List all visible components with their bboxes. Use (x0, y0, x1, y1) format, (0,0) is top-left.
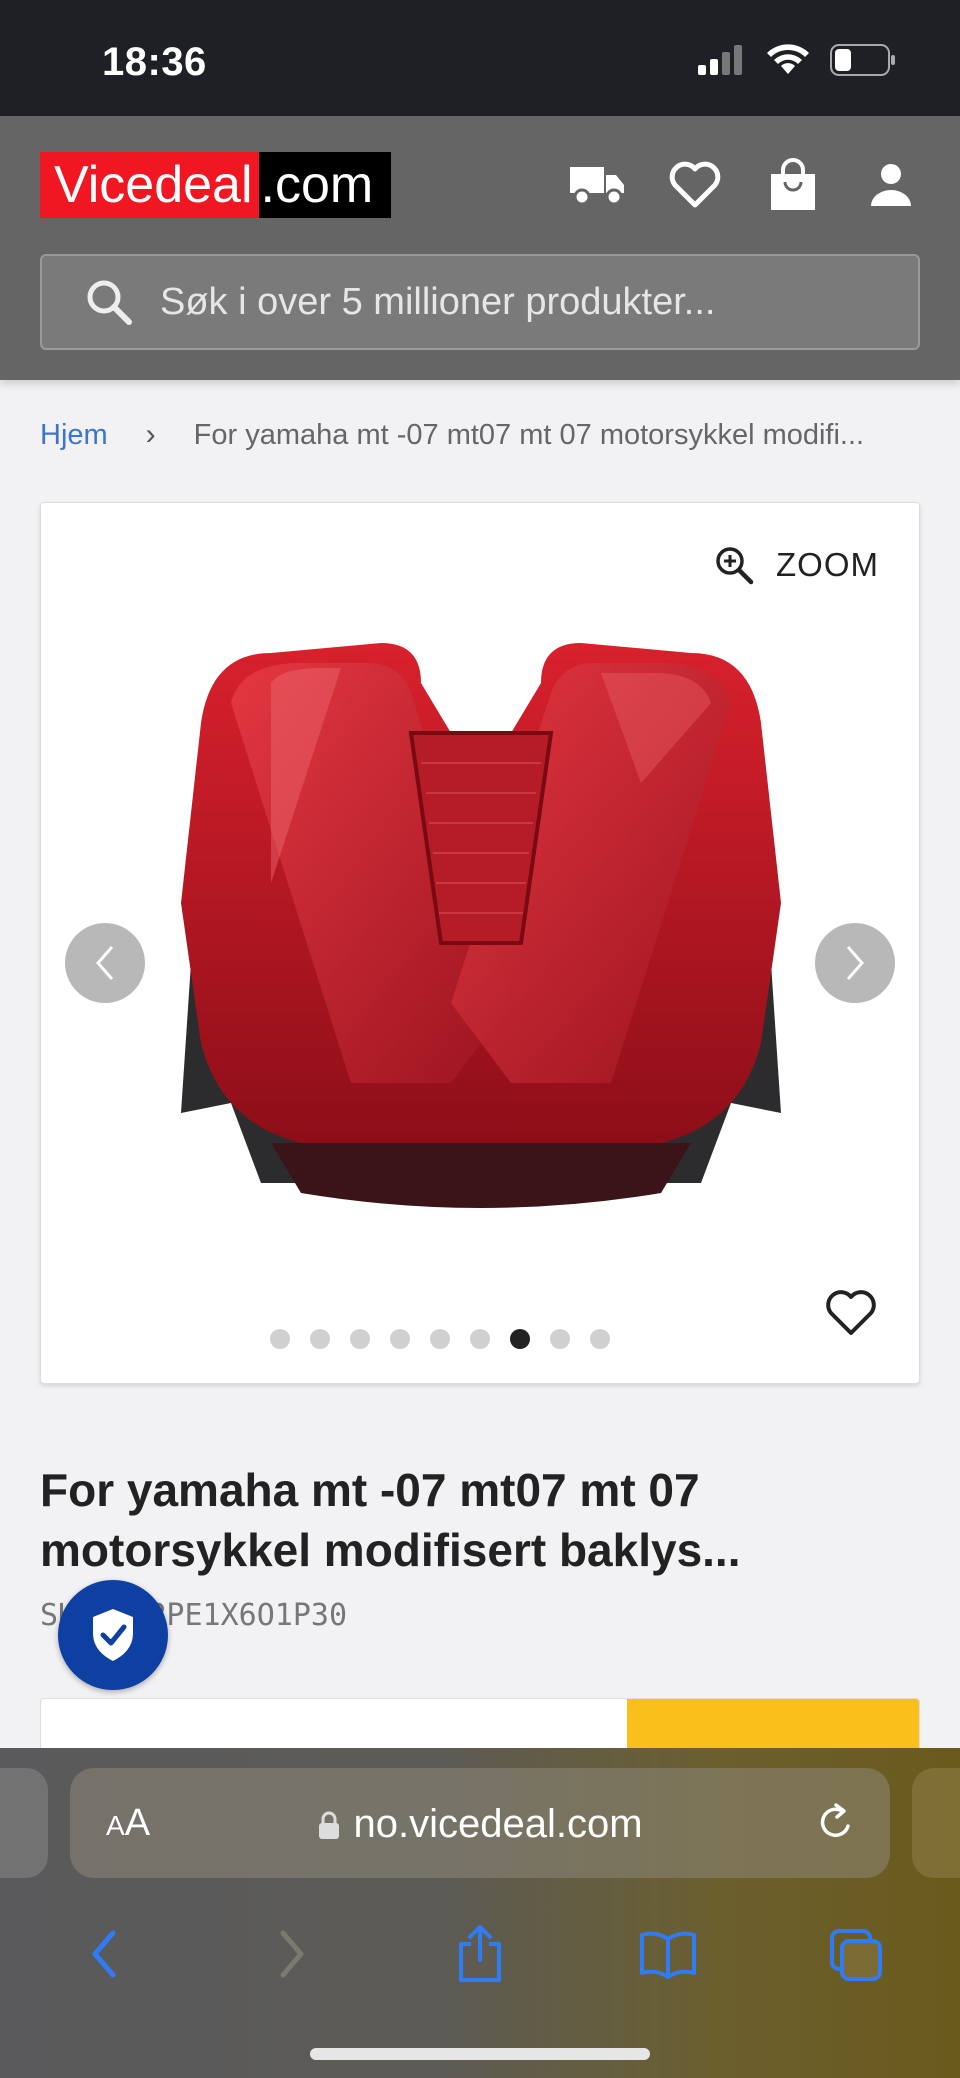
breadcrumb-current: For yamaha mt -07 mt07 mt 07 motorsykkel… (193, 418, 865, 451)
gallery-dot-active[interactable] (510, 1329, 530, 1349)
gallery-dot[interactable] (550, 1329, 570, 1349)
browser-toolbar (0, 1904, 960, 2004)
status-icons (698, 44, 896, 76)
account-button[interactable] (862, 156, 920, 214)
chevron-right-icon (280, 1930, 304, 1978)
gallery-dot[interactable] (590, 1329, 610, 1349)
product-title: For yamaha mt -07 mt07 mt 07 motorsykkel… (40, 1464, 741, 1576)
breadcrumb-home-link[interactable]: Hjem (40, 419, 108, 452)
bookmarks-button[interactable] (628, 1914, 708, 1994)
status-bar: 18:36 (0, 0, 960, 116)
gallery-dot[interactable] (350, 1329, 370, 1349)
site-header: Vicedeal .com Søk i over 5 millioner pro… (0, 116, 960, 380)
gallery-pagination (41, 1329, 919, 1349)
url-display: no.vicedeal.com (70, 1802, 890, 1847)
chevron-left-icon (96, 946, 114, 980)
search-input[interactable]: Søk i over 5 millioner produkter... (40, 254, 920, 350)
chevron-right-icon (846, 946, 864, 980)
chevron-left-icon (92, 1930, 116, 1978)
zoom-button[interactable]: ZOOM (714, 545, 879, 585)
user-icon (871, 164, 911, 206)
product-image-taillight[interactable] (121, 583, 841, 1303)
reload-icon[interactable] (816, 1802, 856, 1844)
tabs-icon (830, 1929, 882, 1981)
cellular-signal-icon (698, 45, 742, 75)
status-time: 18:36 (102, 40, 207, 84)
search-icon (87, 280, 132, 325)
heart-icon (669, 161, 721, 208)
zoom-in-icon (716, 547, 754, 585)
cart-button[interactable] (764, 156, 822, 214)
gallery-dot[interactable] (470, 1329, 490, 1349)
shopping-bag-icon (771, 158, 815, 210)
gallery-prev-button[interactable] (65, 923, 145, 1003)
lock-icon (319, 1811, 340, 1839)
address-bar[interactable]: AA no.vicedeal.com (70, 1768, 890, 1878)
forward-button[interactable] (252, 1914, 332, 1994)
gallery-dot[interactable] (310, 1329, 330, 1349)
home-indicator[interactable] (310, 2048, 650, 2060)
next-tab-preview[interactable] (912, 1768, 960, 1878)
logo-text-com: .com (258, 152, 392, 218)
add-to-wishlist-button[interactable] (825, 1289, 877, 1342)
back-button[interactable] (64, 1914, 144, 1994)
browser-bottom-bar: AA no.vicedeal.com (0, 1748, 960, 2078)
breadcrumb: Hjem › For yamaha mt -07 mt07 mt 07 moto… (40, 418, 920, 452)
wishlist-button[interactable] (666, 156, 724, 214)
truck-icon (570, 167, 624, 206)
search-placeholder: Søk i over 5 millioner produkter... (160, 280, 716, 323)
site-logo[interactable]: Vicedeal .com (40, 152, 392, 218)
chevron-right-icon: › (145, 418, 156, 451)
gallery-dot[interactable] (270, 1329, 290, 1349)
book-icon (640, 1931, 696, 1979)
share-button[interactable] (440, 1914, 520, 1994)
gallery-next-button[interactable] (815, 923, 895, 1003)
product-gallery: ZOOM (40, 502, 920, 1384)
shield-check-icon (93, 1609, 133, 1661)
trust-badge-button[interactable] (58, 1580, 168, 1690)
wifi-icon (767, 44, 809, 74)
tabs-button[interactable] (816, 1914, 896, 1994)
zoom-label: ZOOM (776, 546, 879, 583)
shipping-button[interactable] (568, 156, 626, 214)
header-icons (568, 156, 920, 214)
heart-outline-icon (826, 1290, 876, 1335)
battery-icon (830, 44, 895, 76)
gallery-dot[interactable] (390, 1329, 410, 1349)
url-text: no.vicedeal.com (353, 1802, 643, 1846)
share-icon (459, 1925, 501, 1982)
logo-text-vicedeal: Vicedeal (40, 152, 259, 218)
gallery-dot[interactable] (430, 1329, 450, 1349)
previous-tab-preview[interactable] (0, 1768, 48, 1878)
